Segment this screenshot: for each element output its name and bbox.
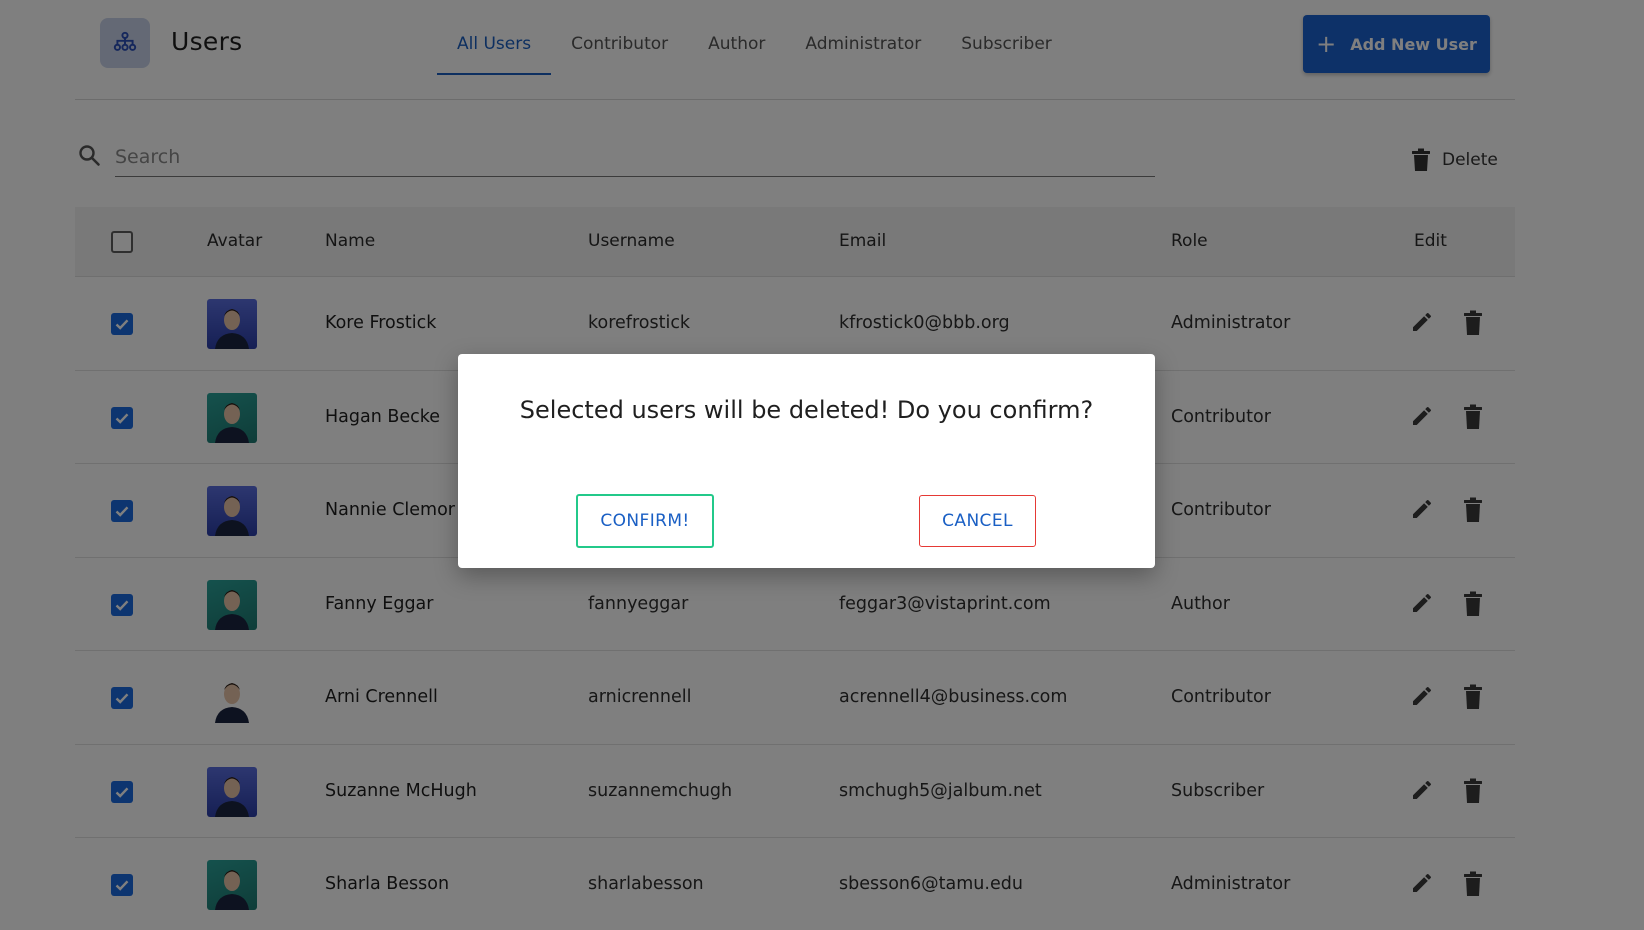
delete-confirm-dialog: Selected users will be deleted! Do you c…: [458, 354, 1155, 568]
cancel-button[interactable]: CANCEL: [919, 495, 1036, 547]
dialog-message: Selected users will be deleted! Do you c…: [519, 396, 1094, 424]
confirm-button[interactable]: CONFIRM!: [576, 494, 714, 548]
